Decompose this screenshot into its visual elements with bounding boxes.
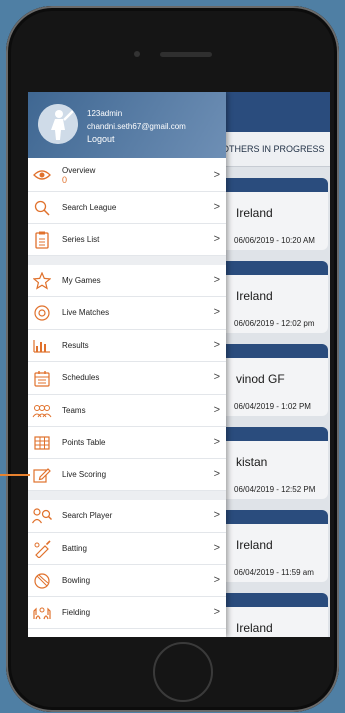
ball-icon (32, 571, 52, 591)
cricketer-avatar-icon (38, 104, 78, 144)
calendar-icon (32, 368, 52, 388)
grid-icon (32, 433, 52, 453)
menu-label: Live Scoring (62, 470, 107, 479)
user-search-icon (32, 506, 52, 526)
chevron-right-icon: > (213, 606, 220, 618)
home-button[interactable] (153, 642, 213, 702)
app-screen: OTHERS IN PROGRESS Ireland 06/06/2019 - … (28, 92, 330, 637)
hands-icon (32, 603, 52, 623)
drawer-header: 123admin chandni.seth67@gmail.com Logout (28, 92, 226, 158)
menu-label: Search League (62, 203, 117, 212)
pointer-arrow (0, 474, 30, 476)
menu-item-points-table[interactable]: Points Table > (28, 427, 226, 459)
menu-label: Search Player (62, 511, 113, 520)
clipboard-icon (32, 230, 52, 250)
chevron-right-icon: > (213, 436, 220, 448)
menu-item-live-matches[interactable]: Live Matches > (28, 297, 226, 330)
menu-label: Series List (62, 235, 100, 244)
user-name: 123admin (87, 109, 123, 118)
match-title: Ireland (236, 206, 273, 220)
match-title: vinod GF (236, 372, 285, 386)
chevron-right-icon: > (213, 574, 220, 586)
menu-item-series-list[interactable]: Series List > (28, 224, 226, 256)
chevron-right-icon: > (213, 233, 220, 245)
menu-label: Overview (62, 166, 96, 175)
menu-label: Live Matches (62, 308, 110, 317)
match-date: 06/04/2019 - 12:52 PM (234, 485, 316, 494)
menu-item-batting[interactable]: Batting > (28, 533, 226, 565)
target-icon (32, 303, 52, 323)
cricket-bat-icon (32, 539, 52, 559)
chevron-right-icon: > (213, 509, 220, 521)
section-divider (28, 256, 226, 265)
menu-item-schedules[interactable]: Schedules > (28, 362, 226, 395)
match-title: Ireland (236, 621, 273, 635)
chevron-right-icon: > (213, 169, 220, 181)
menu-item-my-games[interactable]: My Games > (28, 265, 226, 297)
chevron-right-icon: > (213, 306, 220, 318)
menu-label: Schedules (62, 373, 100, 382)
menu-label: My Games (62, 276, 101, 285)
bar-chart-icon (32, 336, 52, 356)
overview-count: 0 (62, 175, 68, 185)
menu-label: Points Table (62, 438, 106, 447)
user-email: chandni.seth67@gmail.com (87, 122, 186, 131)
menu-item-fielding[interactable]: Fielding > (28, 597, 226, 629)
menu-item-bowling[interactable]: Bowling > (28, 565, 226, 597)
chevron-right-icon: > (213, 371, 220, 383)
earpiece-speaker (160, 52, 212, 57)
menu-item-results[interactable]: Results > (28, 330, 226, 362)
eye-icon (32, 165, 52, 185)
chevron-right-icon: > (213, 404, 220, 416)
match-date: 06/04/2019 - 11:59 am (234, 568, 314, 577)
menu-item-overview[interactable]: Overview 0 > (28, 158, 226, 192)
star-icon (32, 271, 52, 291)
section-divider (28, 491, 226, 500)
menu-label: Teams (62, 406, 86, 415)
people-icon (32, 401, 52, 421)
match-title: Ireland (236, 289, 273, 303)
chevron-right-icon: > (213, 468, 220, 480)
chevron-right-icon: > (213, 201, 220, 213)
match-title: kistan (236, 455, 268, 469)
chevron-right-icon: > (213, 274, 220, 286)
front-camera (134, 51, 140, 57)
logout-link[interactable]: Logout (87, 134, 115, 144)
chevron-right-icon: > (213, 542, 220, 554)
menu-label: Results (62, 341, 89, 350)
edit-icon (32, 465, 52, 485)
search-icon (32, 198, 52, 218)
menu-label: Fielding (62, 608, 91, 617)
tab-others-in-progress[interactable]: OTHERS IN PROGRESS (222, 144, 325, 154)
match-date: 06/06/2019 - 10:20 AM (234, 236, 315, 245)
menu-item-search-player[interactable]: Search Player > (28, 500, 226, 533)
navigation-drawer: 123admin chandni.seth67@gmail.com Logout… (28, 92, 226, 637)
menu-item-live-scoring[interactable]: Live Scoring > (28, 459, 226, 491)
menu-item-teams[interactable]: Teams > (28, 395, 226, 427)
chevron-right-icon: > (213, 339, 220, 351)
menu-item-search-league[interactable]: Search League > (28, 192, 226, 224)
menu-label: Batting (62, 544, 87, 553)
match-date: 06/04/2019 - 1:02 PM (234, 402, 311, 411)
match-title: Ireland (236, 538, 273, 552)
match-date: 06/06/2019 - 12:02 pm (234, 319, 315, 328)
menu-label: Bowling (62, 576, 91, 585)
avatar[interactable] (38, 104, 78, 144)
